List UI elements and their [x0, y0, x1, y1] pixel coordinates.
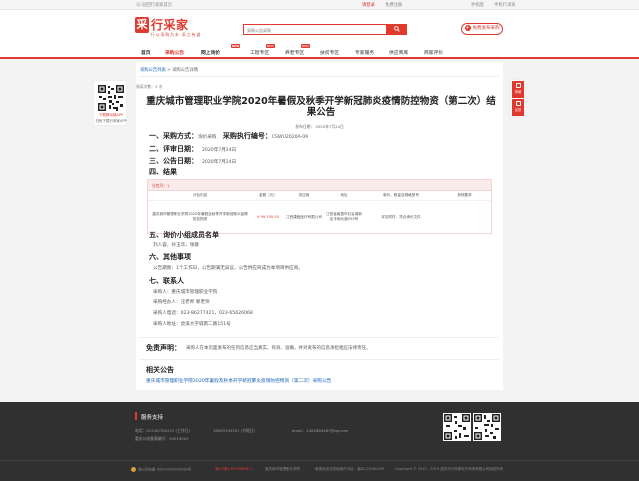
search-input[interactable]: [247, 26, 367, 34]
scan-download-label: 扫码下载行采家APP: [95, 119, 127, 123]
footer-accent: [135, 412, 137, 420]
publish-button[interactable]: + 免费发布采购: [461, 23, 503, 35]
members-text: 刘人容，孙玉华，张敬: [153, 243, 199, 248]
nav-item-engineering[interactable]: 工程专区 NEW: [250, 44, 275, 56]
logo-text[interactable]: 行采家: [151, 16, 189, 33]
disclaimer-text: 采购人在本页面发布的任何信息应当真实、有效、准确，并对发布的信息承担相应法律责任…: [186, 346, 371, 351]
login-link[interactable]: 请登录: [362, 3, 375, 8]
footer-gov: 重庆城市管理职业学院: [265, 467, 300, 471]
footer-license: 增值电信业务经营许可证：渝B2-20160099: [315, 467, 385, 471]
footer-holiday-phone: 18083109501 (节假日): [213, 428, 256, 433]
breadcrumb-current: 采购公告详情: [172, 68, 198, 73]
plus-icon: +: [464, 24, 471, 31]
cell-other: [438, 201, 491, 233]
search-icon: [394, 26, 400, 32]
section-contact: 七、联系人: [149, 277, 184, 285]
site-header: 采 行采家 行以采购为本 采之有道 +免费发布采购: [0, 10, 639, 46]
package-header: 分包号：1: [148, 180, 491, 191]
mall-button[interactable]: 商城: [512, 81, 524, 98]
footer-title: 服务支持: [141, 415, 164, 421]
contact-line: 采购经办人：汪老师 黎老师: [153, 300, 210, 305]
search-button[interactable]: [387, 24, 407, 35]
new-badge: NEW: [231, 44, 241, 48]
nav-item-home[interactable]: 首页: [141, 49, 151, 56]
divider: [0, 460, 639, 461]
related-label: 相关公告: [146, 366, 174, 374]
search-box: [243, 24, 387, 35]
top-right-links: 请登录 免费注册 手机版 手机行采家: [362, 2, 525, 8]
main-nav: 首页 采购公告 网上询价 NEW 工程专区 NEW 养老专区 NEW 扶贫专区 专家服…: [0, 44, 639, 59]
qr-code-icon: [473, 413, 501, 441]
logo-icon[interactable]: 采: [135, 17, 149, 33]
nav-item-reviews[interactable]: 商家评价: [424, 49, 443, 56]
mobile-link[interactable]: 手机版: [471, 3, 484, 8]
col-header: 金额（元）: [259, 193, 277, 197]
page-title: 重庆城市管理职业学院2020年暑假及秋季开学新冠肺炎疫情防控物资（第二次）结果公…: [146, 96, 496, 118]
home-icon: [136, 2, 141, 7]
contact-line: 采购人：重庆城市管理职业学院: [153, 290, 218, 295]
main-content: 采购公告列表 > 采购公告详情 阅读次数：3 次 重庆城市管理职业学院2020年…: [136, 62, 503, 390]
feedback-button[interactable]: 反馈: [512, 99, 524, 116]
other-text: 公告期限：1个工作日，公告期满无异议，公告供应商成为本项目供应商。: [153, 266, 303, 271]
app-download-panel: 下载移动端APP 扫码下载行采家APP: [93, 80, 127, 126]
back-home-link[interactable]: 返回行采家首页: [136, 2, 172, 8]
cell-amount: ¥ 99,700.00: [257, 214, 279, 219]
site-footer: 服务支持 电话：023-62760237 (工作日) 重庆公安备案编号：5001…: [0, 402, 639, 481]
breadcrumb: 采购公告列表 > 采购公告详情: [140, 68, 198, 73]
col-header: 分包内容: [192, 193, 208, 197]
new-badge: NEW: [301, 44, 310, 48]
disclaimer-label: 免责声明：: [146, 344, 181, 352]
feedback-icon: [515, 101, 521, 106]
divider: [140, 337, 499, 338]
nav-item-elderly[interactable]: 养老专区 NEW: [285, 44, 310, 56]
nav-item-inquiry[interactable]: 网上询价 NEW: [201, 44, 241, 56]
section-method: 一、采购方式：询价采购 采购执行编号：CSWU2020A-09: [149, 132, 309, 140]
footer-copyright: Copyright © 2015 - 2019 重庆市行采家电子商务有限公司版权…: [395, 467, 504, 471]
divider: [140, 76, 499, 77]
publish-date: 发布日期： 2020年7月24日: [295, 124, 344, 129]
nav-item-poverty[interactable]: 扶贫专区: [320, 49, 339, 56]
logo-slogan: 行以采购为本 采之有道: [151, 32, 202, 37]
qr-code-icon: [443, 413, 471, 441]
footer-phone: 电话：023-62760237 (工作日): [135, 428, 190, 433]
col-header: 其他要求: [457, 193, 472, 197]
table-row: 重庆城市管理职业学院2020年暑假及秋季开学新冠肺炎疫情防控物资 ¥ 99,70…: [148, 201, 491, 233]
related-link[interactable]: 重庆城市管理职业学院2020年暑假及秋季开学新冠肺炎疫情防控物资（第二次）采购公…: [146, 378, 331, 384]
top-bar: 返回行采家首页 请登录 免费注册 手机版 手机行采家: [0, 0, 639, 10]
footer-police-beian[interactable]: 渝公网安备 50019003000569号: [131, 467, 191, 473]
read-count: 阅读次数：3 次: [136, 84, 163, 89]
side-toolbar: 商城 反馈: [510, 79, 524, 117]
footer-beian: 重庆公安备案编号：50019003: [135, 436, 189, 441]
cell-address: 江西省南昌市红谷滩新区丰和大道555号: [326, 212, 362, 221]
nav-item-announcements[interactable]: 采购公告: [165, 49, 184, 56]
section-announce-date: 三、公告日期： 2020年7月24日: [149, 157, 237, 165]
footer-email[interactable]: email：1462884487@qq.com: [292, 428, 348, 434]
new-badge: NEW: [266, 44, 275, 48]
download-app-label[interactable]: 下载移动端APP: [94, 113, 128, 118]
col-header: 单价、数量及规格型号: [383, 193, 419, 197]
breadcrumb-list-link[interactable]: 采购公告列表: [140, 68, 166, 73]
contact-line: 采购人电话：023-86277421，023-65626068: [153, 311, 253, 316]
contact-line: 采购人地址：虎溪大学城南二路151号: [153, 322, 231, 327]
table-header-row: 分包内容 金额（元） 供应商 地址 单价、数量及规格型号 其他要求: [148, 191, 491, 201]
section-members: 五、询价小组成员名单: [149, 231, 219, 239]
nav-item-expert[interactable]: 专家服务: [355, 49, 374, 56]
app-link[interactable]: 手机行采家: [494, 3, 515, 8]
nav-item-supplier[interactable]: 供应商库: [389, 49, 408, 56]
cell-content: 重庆城市管理职业学院2020年暑假及秋季开学新冠肺炎疫情防控物资: [152, 212, 248, 221]
qr-code-icon: [97, 84, 125, 112]
register-link[interactable]: 免费注册: [385, 3, 402, 8]
section-result: 四、结果: [149, 168, 177, 176]
police-badge-icon: [131, 467, 136, 472]
cell-supplier: 江西康鑫医疗有限公司: [286, 214, 322, 219]
cell-spec: 详见附件：符合询价文件: [381, 214, 421, 219]
col-header: 供应商: [298, 193, 310, 197]
section-other: 六、其他事项: [149, 253, 191, 261]
divider: [140, 359, 499, 360]
footer-icp[interactable]: 渝ICP备14009969号-1: [215, 467, 252, 472]
section-review-date: 二、评审日期： 2020年7月24日: [149, 145, 237, 153]
col-header: 地址: [340, 193, 348, 197]
result-table: 分包号：1 分包内容 金额（元） 供应商 地址 单价、数量及规格型号 其他要求 …: [147, 179, 492, 234]
mall-icon: [515, 83, 521, 88]
